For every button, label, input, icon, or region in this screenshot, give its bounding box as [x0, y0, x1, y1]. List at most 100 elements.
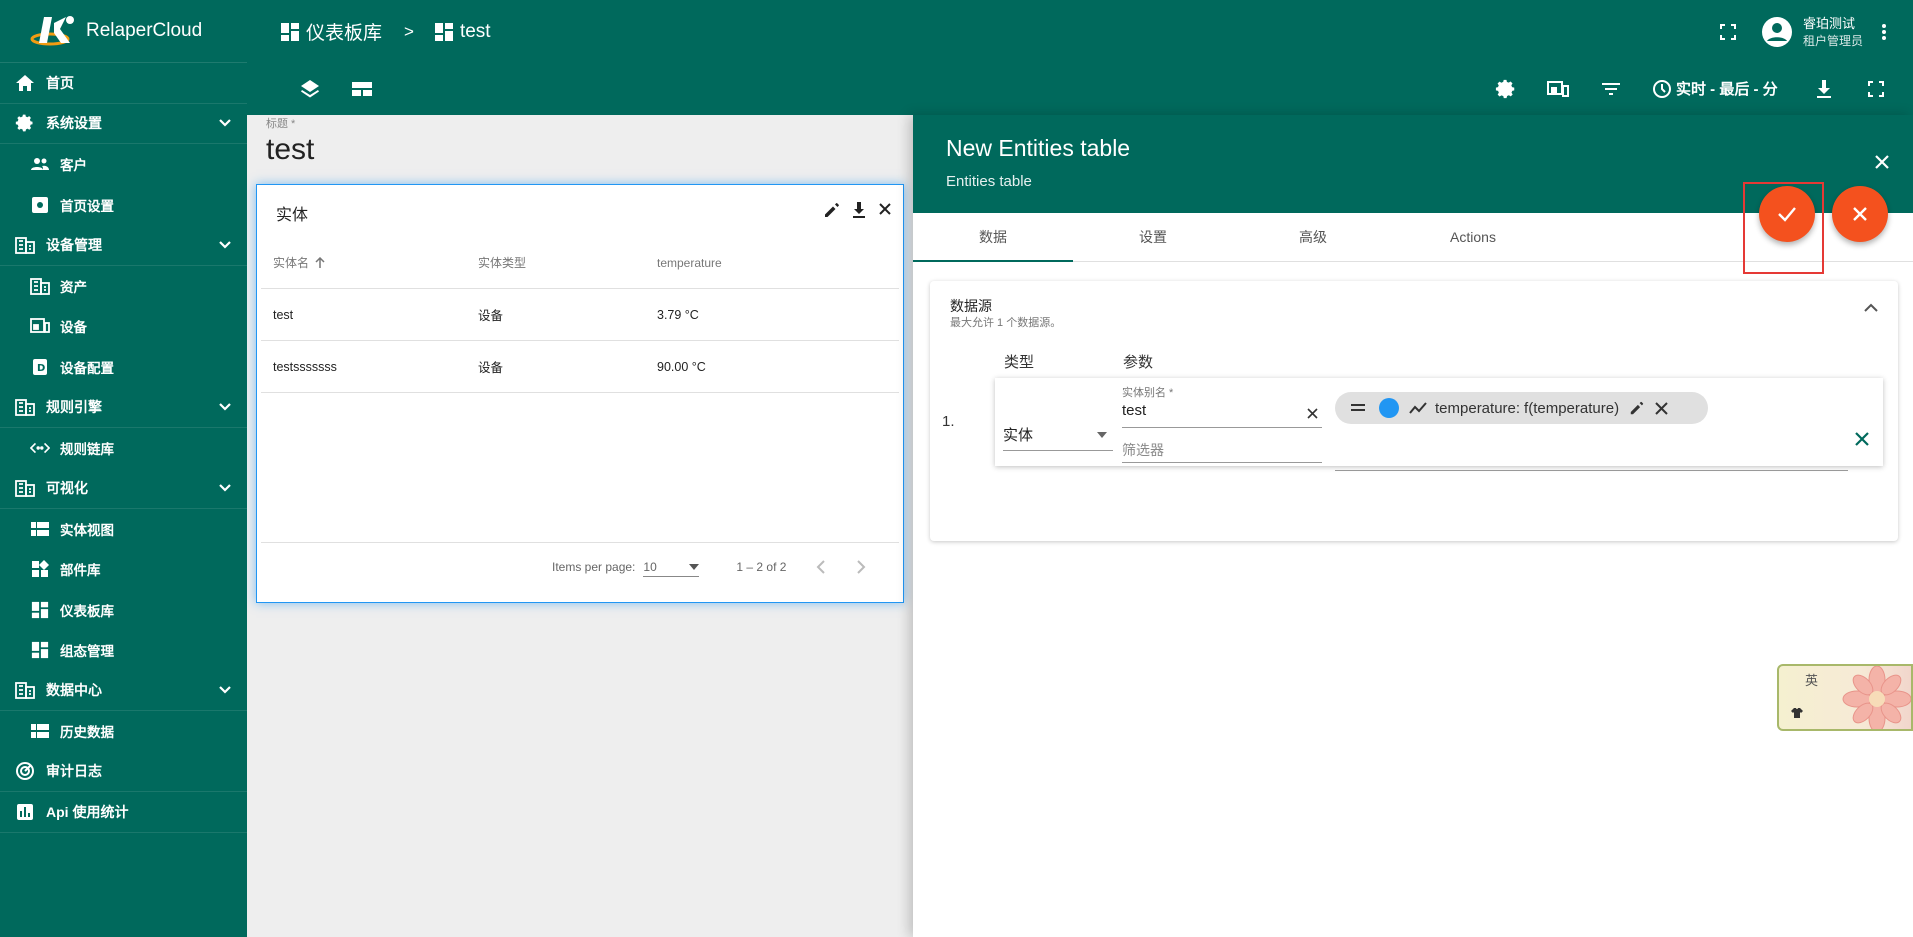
sidebar-item[interactable]: 数据中心 — [0, 671, 247, 711]
tab-1[interactable]: 设置 — [1073, 213, 1233, 261]
sidebar-item[interactable]: 仪表板库 — [0, 590, 247, 631]
sidebar-item[interactable]: 首页设置 — [0, 185, 247, 226]
entities-widget[interactable]: 实体 实体名 实体类型 temperature test 设备 3.79 °C tes… — [256, 184, 904, 603]
chevron-down-icon[interactable] — [219, 686, 231, 694]
items-per-page-value: 10 — [643, 559, 657, 574]
timewindow-button[interactable]: 实时 - 最后 - 分 — [1652, 78, 1778, 99]
sidebar-item-label: 历史数据 — [60, 725, 114, 741]
cell-temperature: 90.00 °C — [657, 359, 706, 374]
sidebar-item-label: 系统设置 — [46, 115, 102, 132]
table-row[interactable]: testsssssss 设备 90.00 °C — [261, 341, 899, 393]
chevron-down-icon[interactable] — [219, 483, 231, 492]
fullscreen-icon[interactable] — [1863, 76, 1889, 102]
user-role: 租户管理员 — [1802, 33, 1863, 48]
column-type-label: 类型 — [1004, 354, 1035, 371]
table-row[interactable]: test 设备 3.79 °C — [261, 289, 899, 341]
sidebar-item[interactable]: 规则链库 — [0, 428, 247, 469]
sidebar-item-label: 部件库 — [60, 563, 101, 579]
brand-name: RelaperCloud — [86, 20, 203, 41]
fullscreen-icon[interactable] — [1719, 23, 1737, 41]
sidebar-item-label: 设备管理 — [46, 236, 102, 253]
sidebar-item[interactable]: 设备管理 — [0, 225, 247, 266]
building-icon — [14, 679, 36, 701]
keys-underline — [1335, 470, 1848, 471]
clear-icon[interactable] — [1307, 408, 1318, 419]
next-page-icon[interactable] — [856, 560, 866, 574]
dashboard-icon — [30, 600, 50, 620]
chevron-down-icon[interactable] — [219, 119, 231, 127]
timewindow-label: 实时 - 最后 - 分 — [1676, 81, 1778, 98]
user-info[interactable]: 睿珀测试 租户管理员 — [1803, 15, 1863, 49]
profile-icon: D — [30, 357, 50, 377]
prev-page-icon[interactable] — [816, 560, 826, 574]
edit-icon[interactable] — [1629, 400, 1645, 416]
remove-key-icon[interactable] — [1655, 401, 1668, 415]
close-icon[interactable] — [877, 201, 893, 219]
sidebar-item[interactable]: 可视化 — [0, 468, 247, 509]
filter-icon[interactable] — [1598, 76, 1624, 102]
sidebar-item[interactable]: 规则引擎 — [0, 387, 247, 428]
close-icon[interactable] — [1873, 153, 1891, 171]
sidebar-item[interactable]: 实体视图 — [0, 509, 247, 550]
remove-datasource-icon[interactable] — [1855, 432, 1869, 446]
entity-alias-field[interactable]: 实体别名 * test — [1122, 382, 1322, 428]
panel-title: New Entities table — [946, 135, 1131, 161]
breadcrumb-root[interactable]: 仪表板库 — [306, 18, 382, 45]
sidebar-nav: 首页系统设置客户 首页设置设备管理资产 设备 D 设备配置规则引擎规则链库可视化实体视图… — [0, 63, 247, 833]
sidebar-item[interactable]: 资产 — [0, 266, 247, 307]
ime-language: 英 — [1805, 673, 1819, 688]
drag-handle-icon[interactable] — [1351, 403, 1365, 413]
tab-3[interactable]: Actions — [1393, 213, 1553, 261]
breadcrumb: 仪表板库 > test — [280, 18, 491, 45]
sidebar-item-label: 组态管理 — [60, 644, 114, 660]
datasource-index: 1. — [942, 413, 955, 430]
widget-actions — [823, 201, 893, 219]
items-per-page-select[interactable]: 10 — [643, 557, 700, 577]
column-header-temperature[interactable]: temperature — [657, 256, 897, 270]
data-key-chip[interactable]: temperature: f(temperature) — [1335, 392, 1708, 424]
chevron-down-icon[interactable] — [219, 240, 231, 249]
avatar[interactable] — [1761, 16, 1793, 48]
device-icon — [30, 316, 50, 336]
chevron-up-icon[interactable] — [1864, 303, 1878, 312]
sidebar-item[interactable]: 设备 — [0, 306, 247, 347]
sidebar-item-label: 实体视图 — [60, 522, 114, 538]
cancel-button[interactable] — [1832, 186, 1888, 242]
sidebar-item-label: 设备配置 — [60, 360, 114, 376]
sidebar-item-label: 数据中心 — [46, 682, 102, 699]
sidebar-item[interactable]: 组态管理 — [0, 630, 247, 671]
devices-icon[interactable] — [1545, 76, 1571, 102]
sidebar-item[interactable]: 系统设置 — [0, 104, 247, 144]
sidebar-item-label: 规则链库 — [60, 441, 114, 457]
layers-icon[interactable] — [297, 76, 323, 102]
sidebar-item[interactable]: D 设备配置 — [0, 347, 247, 388]
column-header-name[interactable]: 实体名 — [261, 254, 478, 271]
chevron-down-icon[interactable] — [219, 402, 231, 411]
key-color-dot[interactable] — [1379, 398, 1399, 418]
type-select[interactable]: 实体 — [1003, 422, 1113, 451]
entities-table: 实体名 实体类型 temperature test 设备 3.79 °C testss… — [261, 237, 899, 543]
tab-0[interactable]: 数据 — [913, 213, 1073, 262]
sidebar-item[interactable]: Api 使用统计 — [0, 792, 247, 833]
sidebar-item[interactable]: 审计日志 — [0, 752, 247, 792]
sidebar-item[interactable]: 部件库 — [0, 549, 247, 590]
column-header-type[interactable]: 实体类型 — [478, 254, 657, 271]
code-icon — [30, 438, 50, 458]
sidebar-item[interactable]: 首页 — [0, 63, 247, 104]
dashboard-title[interactable]: test — [266, 133, 314, 167]
filter-field[interactable]: 筛选器 — [1122, 434, 1322, 463]
layout-icon[interactable] — [349, 76, 375, 102]
sidebar-item-label: Api 使用统计 — [46, 803, 129, 820]
download-icon[interactable] — [851, 201, 867, 219]
more-vert-icon[interactable] — [1881, 23, 1887, 41]
timeseries-icon — [1409, 402, 1427, 414]
tab-2[interactable]: 高级 — [1233, 213, 1393, 261]
edit-icon[interactable] — [823, 201, 841, 219]
gear-icon[interactable] — [1493, 76, 1519, 102]
ime-widget[interactable]: 英 — [1777, 664, 1913, 731]
logo[interactable]: RelaperCloud — [0, 0, 247, 63]
sidebar-item[interactable]: 历史数据 — [0, 711, 247, 752]
sidebar-item[interactable]: 客户 — [0, 144, 247, 185]
view-icon — [30, 721, 50, 741]
download-icon[interactable] — [1811, 76, 1837, 102]
